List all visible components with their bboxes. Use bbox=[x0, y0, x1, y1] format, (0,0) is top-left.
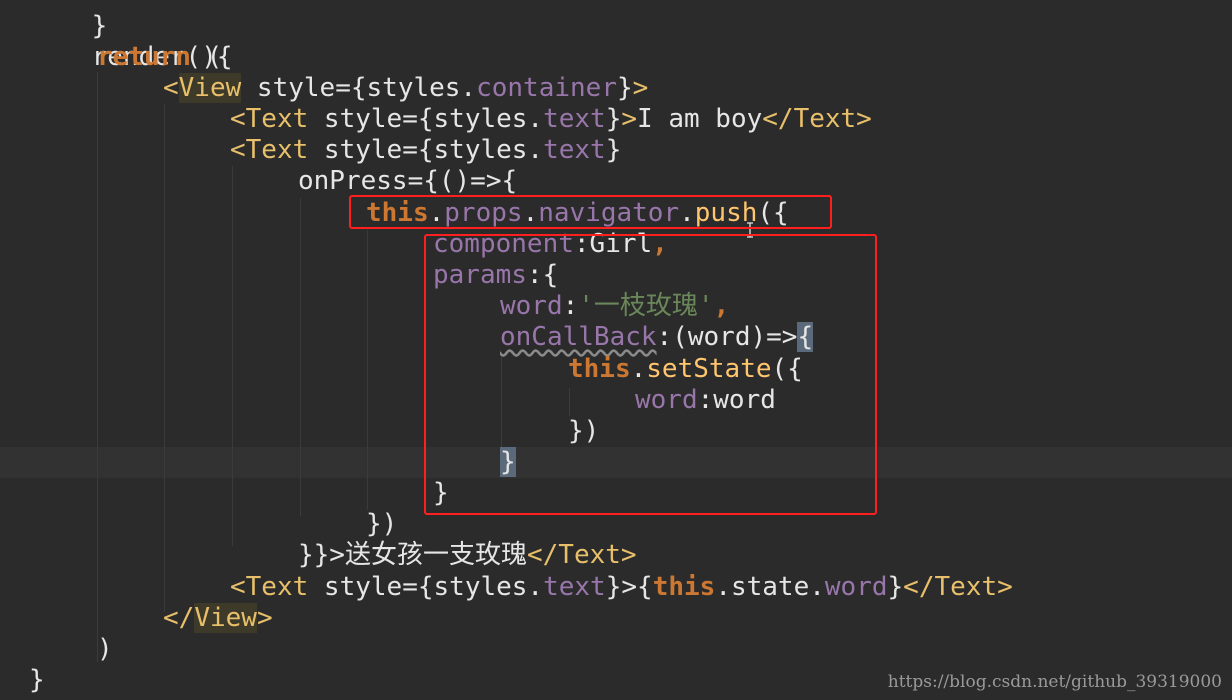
code-line[interactable]: ) bbox=[97, 634, 113, 665]
code-line[interactable]: <Text style={styles.text}>{this.state.wo… bbox=[230, 572, 1013, 603]
code-token: this bbox=[652, 572, 716, 602]
code-token: }}> bbox=[298, 540, 345, 570]
code-token: } bbox=[616, 73, 633, 103]
code-token: View bbox=[178, 73, 242, 103]
code-token: word bbox=[824, 572, 888, 602]
code-line[interactable]: render(){ bbox=[29, 11, 233, 72]
code-token: container bbox=[476, 73, 617, 103]
indent-guide bbox=[164, 104, 165, 612]
code-line[interactable]: </View> bbox=[163, 603, 273, 634]
code-token: > bbox=[621, 104, 638, 134]
code-token: return bbox=[97, 42, 191, 72]
code-token: <Text bbox=[230, 104, 309, 134]
code-token: text bbox=[543, 135, 606, 165]
code-line[interactable]: <View style={styles.container}> bbox=[163, 73, 648, 104]
indent-guide bbox=[300, 198, 301, 516]
code-token: .state. bbox=[715, 572, 825, 602]
code-token: onPress={()=>{ bbox=[298, 166, 518, 196]
code-token: } bbox=[29, 665, 45, 695]
watermark: https://blog.csdn.net/github_39319000 bbox=[887, 672, 1222, 692]
code-token: 送女孩一支玫瑰 bbox=[344, 540, 527, 570]
code-line[interactable]: onPress={()=>{ bbox=[298, 166, 517, 197]
code-line[interactable]: }}>送女孩一支玫瑰</Text> bbox=[298, 540, 637, 571]
code-line[interactable]: }) bbox=[366, 509, 397, 540]
code-token: ) bbox=[97, 634, 113, 664]
code-token: View bbox=[194, 603, 257, 633]
code-token: } bbox=[605, 572, 622, 602]
code-editor[interactable]: } render(){ return ( <View style={styles… bbox=[0, 0, 1232, 700]
code-token: > bbox=[632, 73, 649, 103]
code-line[interactable]: <Text style={styles.text} bbox=[230, 135, 621, 166]
code-token: text bbox=[543, 572, 606, 602]
code-token: style={styles. bbox=[241, 73, 477, 103]
code-line[interactable]: return ( bbox=[97, 42, 222, 73]
code-token: } bbox=[887, 572, 904, 602]
code-token: I am boy bbox=[637, 104, 763, 134]
code-token: </Text> bbox=[762, 104, 872, 134]
code-token: <Text bbox=[230, 135, 309, 165]
code-token: </Text> bbox=[526, 540, 637, 570]
indent-guide bbox=[367, 230, 368, 510]
code-token: > bbox=[256, 603, 273, 633]
code-token: style={styles. bbox=[308, 135, 544, 165]
code-token: style={styles. bbox=[308, 104, 544, 134]
annotation-box-params bbox=[424, 234, 877, 515]
code-token: } bbox=[605, 135, 622, 165]
indent-guide bbox=[97, 72, 98, 662]
annotation-box-push bbox=[349, 195, 832, 229]
code-token: style={styles. bbox=[308, 572, 544, 602]
code-line[interactable]: } bbox=[29, 665, 45, 696]
indent-guide bbox=[232, 166, 233, 546]
code-line[interactable]: } bbox=[29, 0, 108, 41]
code-token: ( bbox=[190, 42, 223, 72]
code-token: </ bbox=[163, 603, 195, 633]
code-token: } bbox=[605, 104, 622, 134]
code-token: text bbox=[543, 104, 606, 134]
code-line[interactable]: <Text style={styles.text}>I am boy</Text… bbox=[230, 104, 872, 135]
code-token: >{ bbox=[621, 572, 653, 602]
code-token: <Text bbox=[230, 572, 309, 602]
code-token: </Text> bbox=[903, 572, 1013, 602]
code-token: < bbox=[163, 73, 179, 103]
code-token: }) bbox=[366, 509, 398, 539]
